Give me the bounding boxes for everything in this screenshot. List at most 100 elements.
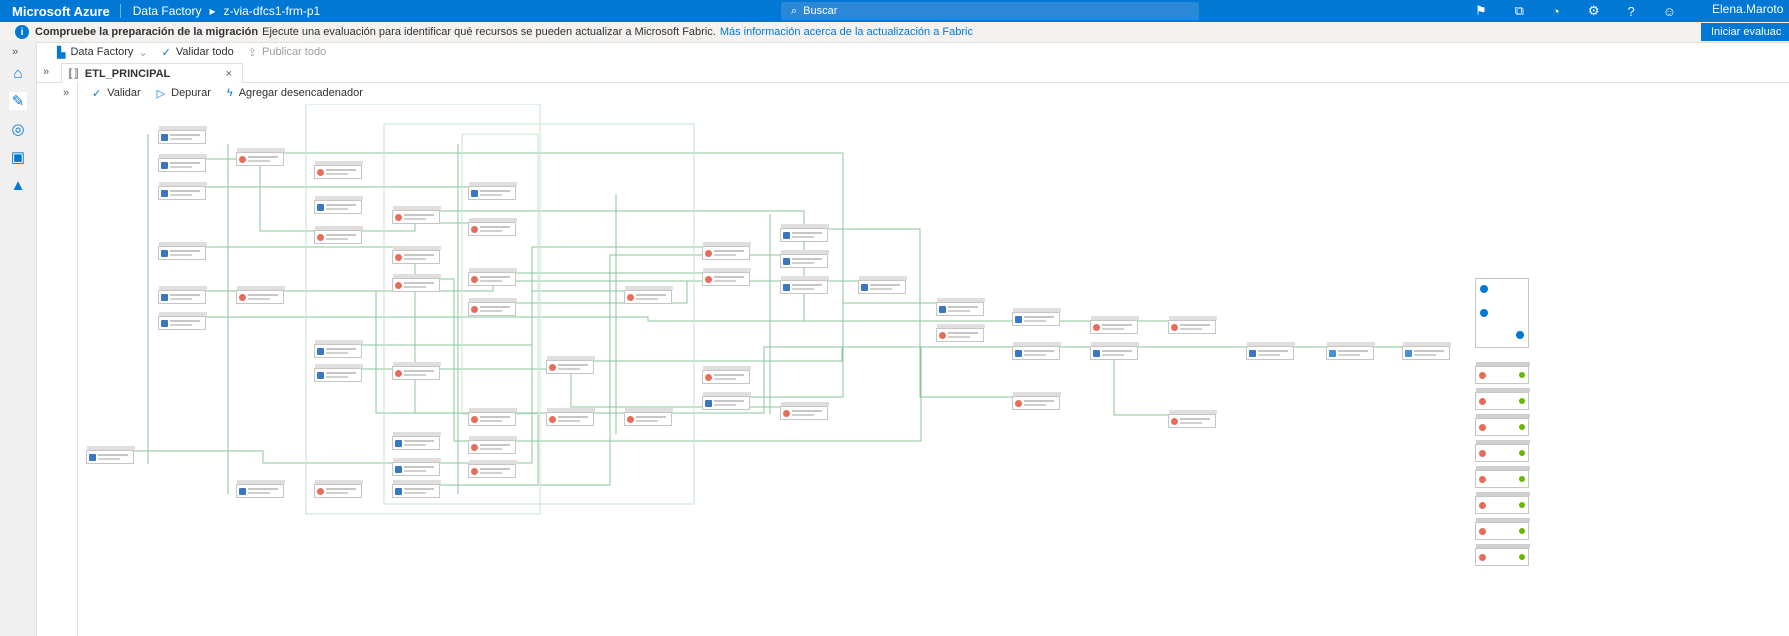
set-variable-activity[interactable] [1326,342,1375,360]
dataflow-activity[interactable] [1168,316,1217,334]
dataflow-activity[interactable] [624,286,673,304]
pipeline-icon [161,162,168,169]
graduation-cap-icon[interactable]: ▲ [9,176,27,194]
dataflow-activity[interactable] [392,206,441,224]
close-icon[interactable]: × [226,68,232,80]
dataflow-activity[interactable] [1090,316,1139,334]
dataflow-activity[interactable] [468,460,517,478]
start-assessment-button[interactable]: Iniciar evaluac [1701,23,1789,41]
dataflow-activity[interactable] [392,274,441,292]
branch-activity[interactable] [1475,492,1530,514]
execute-pipeline-activity[interactable] [236,480,285,498]
dataflow-activity[interactable] [468,218,517,236]
execute-pipeline-activity[interactable] [1090,342,1139,360]
bell-icon[interactable]: ◔ [1552,4,1560,19]
expand-resources-icon[interactable]: » [43,66,49,78]
execute-pipeline-activity[interactable] [158,182,207,200]
execute-pipeline-activity[interactable] [392,458,441,476]
play-icon: ▷ [156,87,166,100]
publish-all-button[interactable]: ⇪ Publicar todo [248,46,326,59]
execute-pipeline-activity[interactable] [936,298,985,316]
monitor-icon[interactable]: ◎ [9,120,27,138]
dataflow-activity[interactable] [1012,392,1061,410]
execute-pipeline-activity[interactable] [780,276,829,294]
dataflow-activity[interactable] [546,408,595,426]
branch-activity[interactable] [1475,414,1530,436]
expand-activities-icon[interactable]: » [63,87,69,99]
execute-pipeline-activity[interactable] [392,432,441,450]
execute-pipeline-activity[interactable] [158,126,207,144]
dataflow-activity[interactable] [468,298,517,316]
branch-activity[interactable] [1475,440,1530,462]
execute-pipeline-activity[interactable] [392,480,441,498]
validate-button[interactable]: ✓ Validar [92,87,141,100]
dataflow-activity[interactable] [702,268,751,286]
if-condition-activity[interactable] [1475,278,1529,348]
dataflow-activity[interactable] [780,402,829,420]
execute-pipeline-activity[interactable] [158,286,207,304]
validate-all-button[interactable]: ✓ Validar todo [162,46,234,59]
execute-pipeline-activity[interactable] [780,224,829,242]
execute-pipeline-activity[interactable] [858,276,907,294]
dataflow-activity[interactable] [624,408,673,426]
help-icon[interactable]: ? [1627,4,1634,19]
global-search-box[interactable]: ⌕ Buscar [781,2,1199,20]
dataflow-activity[interactable] [392,246,441,264]
dataflow-activity[interactable] [1168,410,1217,428]
settings-icon[interactable]: ⚙ [1588,3,1600,19]
dataflow-activity[interactable] [702,366,751,384]
dataflow-activity[interactable] [236,286,285,304]
feedback-icon[interactable]: ⚑ [1475,3,1487,19]
dataflow-activity[interactable] [236,148,285,166]
branch-activity[interactable] [1475,544,1530,566]
debug-button[interactable]: ▷ Depurar [157,87,211,100]
execute-pipeline-activity[interactable] [314,364,363,382]
dataflow-activity[interactable] [314,226,363,244]
execute-pipeline-activity[interactable] [314,196,363,214]
toolbox-icon[interactable]: ▣ [9,148,27,166]
execute-pipeline-activity[interactable] [1246,342,1295,360]
execute-pipeline-activity[interactable] [158,154,207,172]
branch-activity[interactable] [1475,362,1530,384]
execute-pipeline-activity[interactable] [86,446,135,464]
dataflow-activity[interactable] [468,268,517,286]
dataflow-activity[interactable] [468,436,517,454]
activity-header [159,182,207,186]
pencil-icon[interactable]: ✎ [9,92,27,110]
execute-pipeline-activity[interactable] [158,312,207,330]
execute-pipeline-activity[interactable] [314,340,363,358]
tab-etl-principal[interactable]: ⟦⟧ ETL_PRINCIPAL × [61,63,243,83]
branch-activity[interactable] [1475,466,1530,488]
info-icon: i [15,25,29,39]
pipeline-canvas[interactable] [78,104,1789,636]
dataflow-activity[interactable] [936,324,985,342]
execute-pipeline-activity[interactable] [1012,308,1061,326]
factory-selector[interactable]: ▙ Data Factory ⌄ [57,46,148,59]
azure-brand[interactable]: Microsoft Azure [0,4,120,19]
add-trigger-button[interactable]: ϟ Agregar desencadenador [227,87,363,99]
breadcrumb-service[interactable]: Data Factory [133,4,202,18]
dataflow-activity[interactable] [546,356,595,374]
dataflow-activity[interactable] [314,480,363,498]
directory-icon[interactable]: ⧉ [1515,3,1524,19]
execute-pipeline-activity[interactable] [158,242,207,260]
dataflow-activity[interactable] [702,242,751,260]
execute-pipeline-activity[interactable] [702,392,751,410]
execute-pipeline-activity[interactable] [1012,342,1061,360]
execute-pipeline-activity[interactable] [468,182,517,200]
branch-activity[interactable] [1475,518,1530,540]
banner-link[interactable]: Más información acerca de la actualizaci… [720,26,973,38]
branch-activity[interactable] [1475,388,1530,410]
person-feedback-icon[interactable]: ☺ [1663,4,1676,19]
dataflow-activity[interactable] [392,362,441,380]
set-variable-activity[interactable] [1402,342,1451,360]
dataflow-activity[interactable] [468,408,517,426]
breadcrumb-resource[interactable]: z-via-dfcs1-frm-p1 [223,4,320,18]
execute-pipeline-activity[interactable] [780,250,829,268]
dataflow-activity[interactable] [314,161,363,179]
user-name[interactable]: Elena.Maroto [1712,2,1783,16]
activity-subtitle [326,173,348,175]
expand-rail-icon[interactable]: » [12,46,18,58]
home-icon[interactable]: ⌂ [9,64,27,82]
dataflow-icon [1479,450,1486,457]
